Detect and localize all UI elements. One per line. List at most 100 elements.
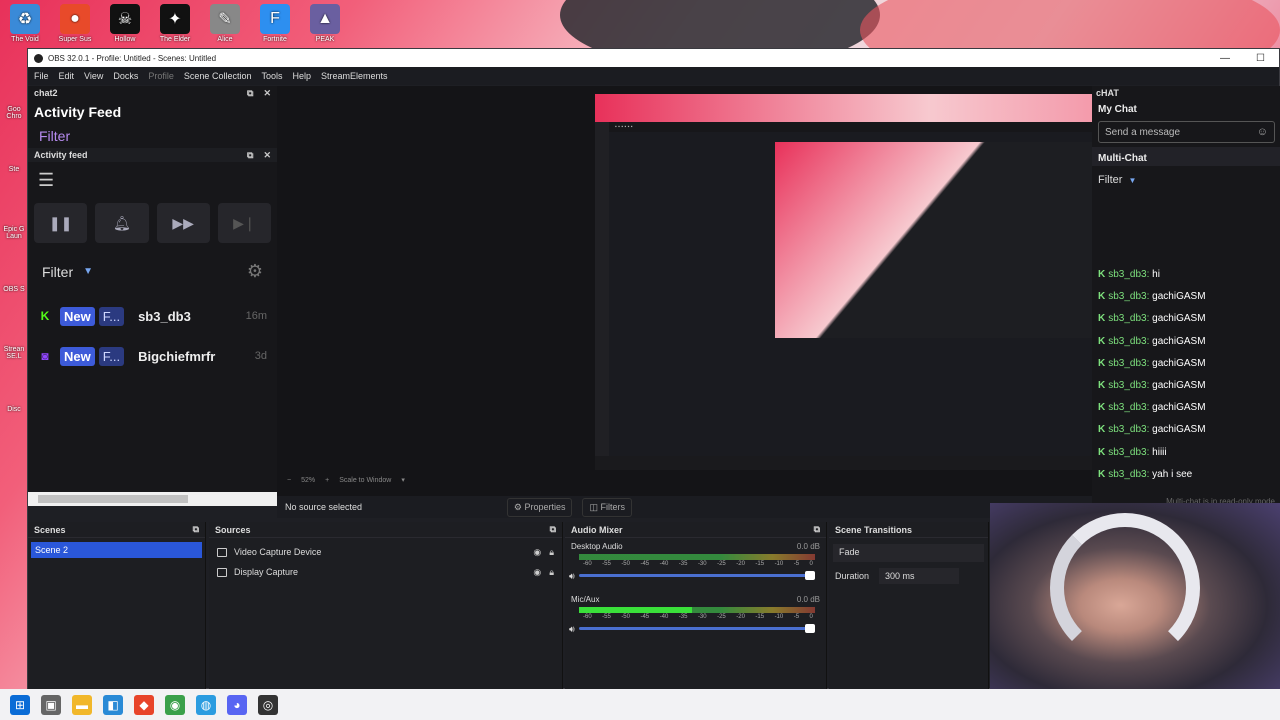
close-icon[interactable]: ✕ [263, 88, 271, 99]
explorer-icon[interactable]: ▬ [72, 694, 92, 715]
chrome-icon[interactable]: ◉ [165, 694, 185, 715]
minimize-button[interactable]: — [1220, 53, 1230, 64]
send-message-input[interactable]: Send a message ☺ [1098, 121, 1275, 143]
kick-icon: K [1098, 424, 1106, 436]
desktop-icon-label[interactable]: OBS S [0, 256, 28, 316]
scale-mode-select[interactable]: Scale to Window [339, 477, 391, 484]
desktop-icon-label[interactable]: Goo Chro [0, 76, 28, 136]
chevron-down-icon[interactable]: ▾ [401, 476, 405, 484]
desktop-icon[interactable]: ● Super Sus [50, 0, 100, 50]
eye-icon[interactable]: ◉ [533, 567, 541, 578]
event-tag: F... [98, 306, 125, 326]
menu-item-help[interactable]: Help [292, 71, 311, 81]
menu-item-file[interactable]: File [34, 71, 49, 81]
close-icon[interactable]: ✕ [263, 150, 271, 161]
obs-icon[interactable]: ◎ [258, 694, 278, 715]
filter-label: Filter [42, 263, 74, 280]
chat-username[interactable]: sb3_db3: [1108, 447, 1149, 458]
search-icon[interactable]: ▣ [41, 694, 61, 715]
transition-select[interactable]: Fade [833, 544, 984, 562]
filters-button[interactable]: ◫ Filters [582, 497, 632, 517]
kick-icon: K [1098, 291, 1106, 303]
speaker-icon[interactable]: 🔊︎ [569, 571, 575, 582]
chat-username[interactable]: sb3_db3: [1108, 313, 1149, 324]
edge-icon[interactable]: ◍ [196, 694, 216, 715]
menu-item-edit[interactable]: Edit [59, 71, 75, 81]
scale-tick: -45 [640, 614, 650, 620]
scene-item[interactable]: Scene 2 [31, 542, 202, 558]
eye-icon[interactable]: ◉ [533, 547, 541, 558]
chat-username[interactable]: sb3_db3: [1108, 402, 1149, 413]
chat-username[interactable]: sb3_db3: [1108, 469, 1149, 480]
menu-item-streamelements[interactable]: StreamElements [321, 71, 388, 81]
scale-tick: -5 [793, 561, 800, 567]
desktop-icon-label[interactable]: Disc [0, 376, 28, 436]
duration-input[interactable]: 300 ms [879, 568, 960, 584]
fast-forward-button[interactable]: ▶▶ [156, 203, 210, 243]
menu-item-view[interactable]: View [84, 71, 103, 81]
volume-slider[interactable] [579, 571, 815, 580]
lock-icon[interactable]: 🔒︎ [549, 567, 554, 578]
zoom-out-icon[interactable]: − [287, 477, 291, 484]
windows-taskbar: ⊞ ▣ ▬ ◧ ◆ ◉ ◍ ◕ ◎ [0, 689, 1280, 720]
chat-message: Ksb3_db3: hiiii [1098, 442, 1206, 464]
gear-icon[interactable]: ⚙ [247, 261, 263, 282]
menu-item-tools[interactable]: Tools [261, 71, 282, 81]
chat-username[interactable]: sb3_db3: [1108, 269, 1149, 280]
app-red-icon[interactable]: ◆ [134, 694, 154, 715]
discord-icon[interactable]: ◕ [227, 694, 247, 715]
multi-chat-filter[interactable]: Filter ▼ [1092, 166, 1280, 194]
desktop-icon[interactable]: ✎ Alice [200, 0, 250, 50]
scale-tick: -45 [640, 561, 650, 567]
undock-icon[interactable]: ⧉ [550, 524, 556, 535]
filter-link[interactable]: Filter [28, 124, 277, 148]
volume-slider-knob[interactable] [805, 571, 815, 580]
chat-username[interactable]: sb3_db3: [1108, 358, 1149, 369]
skip-button[interactable]: ▶❘ [217, 203, 271, 243]
desktop-icon-label[interactable]: Ste [0, 136, 28, 196]
event-username: sb3_db3 [138, 308, 191, 324]
volume-slider[interactable] [579, 624, 815, 633]
channel-db: 0.0 dB [796, 542, 820, 551]
hamburger-menu-icon[interactable]: ☰ [28, 162, 277, 199]
speaker-icon[interactable]: 🔊︎ [569, 624, 575, 635]
desktop-icon[interactable]: ▲ PEAK [300, 0, 350, 50]
undock-icon[interactable]: ⧉ [247, 150, 253, 161]
feed-filter[interactable]: Filter ▼ ⚙ [28, 247, 277, 296]
activity-event[interactable]: ◙ New F... Bigchiefmrfr 3d [28, 336, 277, 376]
emoji-icon[interactable]: ☺ [1257, 126, 1268, 138]
program-preview[interactable]: ▪ ▪ ▪ ▪ ▪ ▪ sb3_db3: hisb3_db3: gachiGAS… [277, 86, 1263, 496]
activity-event[interactable]: K New F... sb3_db3 16m [28, 296, 277, 336]
start-icon[interactable]: ⊞ [10, 694, 30, 715]
volume-slider-knob[interactable] [805, 624, 815, 633]
undock-icon[interactable]: ⧉ [247, 88, 253, 99]
source-item[interactable]: Display Capture ◉ 🔒︎ [209, 562, 562, 582]
source-item[interactable]: Video Capture Device ◉ 🔒︎ [209, 542, 562, 562]
undock-icon[interactable]: ⧉ [814, 524, 820, 535]
pause-button[interactable]: ❚❚ [34, 203, 88, 243]
desktop-icon[interactable]: ♻ The Void [0, 0, 50, 50]
desktop-icon[interactable]: ☠ Hollow [100, 0, 150, 50]
chat-username[interactable]: sb3_db3: [1108, 291, 1149, 302]
notification-bell-button[interactable]: 🔔︎ [95, 203, 149, 243]
zoom-in-icon[interactable]: + [325, 477, 329, 484]
store-icon[interactable]: ◧ [103, 694, 123, 715]
properties-button[interactable]: ⚙ Properties [506, 497, 573, 517]
menu-item-scene-collection[interactable]: Scene Collection [184, 71, 252, 81]
meter-scale: -60 -55 -50 -45 -40 -35 -30 -25 -20 -15 -10 -5 0 [583, 614, 813, 620]
maximize-button[interactable]: ☐ [1256, 53, 1265, 64]
scrollbar-thumb[interactable] [38, 495, 188, 503]
chat-username[interactable]: sb3_db3: [1108, 336, 1149, 347]
menu-item-profile[interactable]: Profile [148, 71, 174, 81]
kick-icon: K [1098, 446, 1106, 458]
chat-username[interactable]: sb3_db3: [1108, 424, 1149, 435]
menu-item-docks[interactable]: Docks [113, 71, 138, 81]
desktop-icon[interactable]: ✦ The Elder [150, 0, 200, 50]
undock-icon[interactable]: ⧉ [193, 524, 199, 535]
desktop-icon[interactable]: F Fortnite [250, 0, 300, 50]
desktop-icon-label[interactable]: Epic G Laun [0, 196, 28, 256]
lock-icon[interactable]: 🔒︎ [549, 547, 554, 558]
horizontal-scrollbar[interactable] [28, 492, 277, 506]
chat-username[interactable]: sb3_db3: [1108, 380, 1149, 391]
desktop-icon-label[interactable]: Strean SE.L [0, 316, 28, 376]
